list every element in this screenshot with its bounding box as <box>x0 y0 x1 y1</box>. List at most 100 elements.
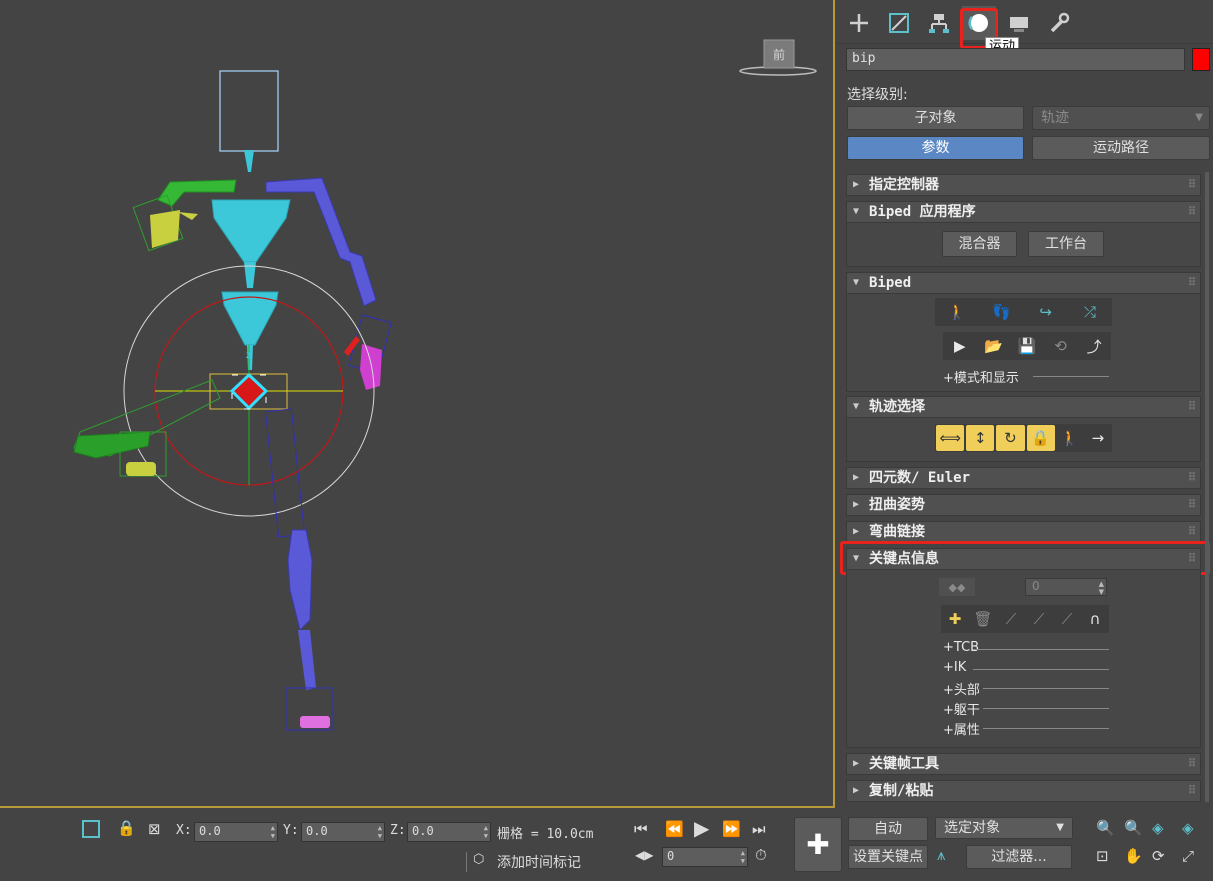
add-time-tag-link[interactable]: 添加时间标记 <box>497 852 581 872</box>
props-subrollout[interactable]: +属性 <box>943 719 1109 738</box>
lock-selection-icon[interactable]: 🔒 <box>117 819 136 837</box>
selected-object-dropdown[interactable]: 选定对象 ▼ <box>935 817 1073 839</box>
chevron-down-icon: ▼ <box>1056 822 1064 833</box>
mode-display-subrollout[interactable]: +模式和显示 <box>943 367 1109 386</box>
body-rotation-icon[interactable]: ↻ <box>996 425 1025 451</box>
spinner-arrows-icon[interactable]: ▲ ▼ <box>1099 580 1104 596</box>
lock-com-icon[interactable]: 🔒 <box>1026 425 1055 451</box>
selection-level-label: 选择级别: <box>847 87 908 103</box>
prev-next-key-icon[interactable]: ◆◆ <box>939 578 975 596</box>
rollout-track-selection-body: ⟺ ↕ ↻ 🔒 🚶 → <box>846 418 1201 462</box>
spinner-arrows-icon[interactable]: ▲ ▼ <box>741 849 745 865</box>
rollout-quaternion-euler[interactable]: ▶ 四元数/ Euler ⠿ <box>846 467 1201 489</box>
zoom-all-icon[interactable]: 🔍 <box>1124 819 1143 837</box>
set-key-big-icon[interactable]: ✚ <box>794 817 842 872</box>
biped-toolbar-2: ▶ 📂 💾 ⟲ ⤴ <box>943 332 1111 360</box>
move-all-mode-icon[interactable]: ⤴ <box>1079 333 1110 359</box>
key-mode-toggle-icon[interactable]: ◀▶ <box>635 848 653 862</box>
footstep-mode-icon[interactable]: 👣 <box>986 299 1017 325</box>
create-tab-icon[interactable] <box>842 6 876 40</box>
previous-frame-icon[interactable]: ⏪ <box>665 820 684 838</box>
body-subrollout[interactable]: +躯干 <box>943 699 1109 718</box>
ik-subrollout[interactable]: +IK <box>943 660 1109 675</box>
modify-tab-icon[interactable] <box>882 6 916 40</box>
rollout-keyframing-tools[interactable]: ▶ 关键帧工具 ⠿ <box>846 753 1201 775</box>
field-of-view-icon[interactable]: ⊡ <box>1096 847 1109 865</box>
delete-key-icon[interactable]: 🗑 <box>969 606 997 632</box>
set-planted-key-icon[interactable]: ⟋ <box>997 606 1025 632</box>
absolute-mode-icon[interactable]: ⊠ <box>148 820 161 838</box>
opposite-icon[interactable]: → <box>1084 425 1112 451</box>
next-frame-icon[interactable]: ⏩ <box>722 820 741 838</box>
object-name-field[interactable]: bip <box>846 48 1185 71</box>
load-file-icon[interactable]: 📂 <box>978 333 1009 359</box>
mixer-button[interactable]: 混合器 <box>942 231 1017 257</box>
motion-paths-button[interactable]: 运动路径 <box>1032 136 1210 160</box>
body-horizontal-icon[interactable]: ⟺ <box>936 425 965 451</box>
rollout-assign-controller[interactable]: ▶ 指定控制器 ⠿ <box>846 174 1201 196</box>
play-icon[interactable]: ▶ <box>694 816 709 840</box>
auto-key-button[interactable]: 自动 <box>848 817 928 841</box>
set-sliding-key-icon[interactable]: ⟋ <box>1025 606 1053 632</box>
biped-playback-icon[interactable]: ▶ <box>944 333 975 359</box>
rollout-twist-poses[interactable]: ▶ 扭曲姿势 ⠿ <box>846 494 1201 516</box>
rollout-biped-apps[interactable]: ▼ Biped 应用程序 ⠿ <box>846 201 1201 223</box>
tcb-subrollout[interactable]: +TCB <box>943 640 1109 655</box>
mixer-mode-icon[interactable]: ⤮ <box>1074 299 1105 325</box>
trajectories-icon[interactable]: ∩ <box>1081 606 1109 632</box>
biped-scene[interactable]: 前 z <box>0 0 835 808</box>
divider <box>1033 376 1109 377</box>
isolate-selection-icon[interactable] <box>82 820 100 838</box>
viewcube[interactable]: 前 <box>739 39 817 76</box>
symmetrical-icon[interactable]: 🚶 <box>1056 425 1084 451</box>
go-to-end-icon[interactable]: ⏭ <box>752 820 766 838</box>
go-to-start-icon[interactable]: ⏮ <box>634 820 648 838</box>
key-filter-icon[interactable]: ⩚ <box>937 846 945 864</box>
pan-icon[interactable]: ✋ <box>1124 847 1143 865</box>
zoom-icon[interactable]: 🔍 <box>1096 819 1115 837</box>
track-dropdown[interactable]: 轨迹 ▼ <box>1032 106 1210 130</box>
utilities-tab-icon[interactable] <box>1042 6 1076 40</box>
set-free-key-icon[interactable]: ⟋ <box>1053 606 1081 632</box>
motion-flow-icon[interactable]: ↪ <box>1030 299 1061 325</box>
rollout-bend-links[interactable]: ▶ 弯曲链接 ⠿ <box>846 521 1201 543</box>
set-key-button[interactable]: 设置关键点 <box>848 845 928 869</box>
convert-icon[interactable]: ⟲ <box>1045 333 1076 359</box>
orbit-icon[interactable]: ⟳ <box>1152 847 1165 865</box>
time-config-icon[interactable]: ⏱ <box>755 846 767 864</box>
save-file-icon[interactable]: 💾 <box>1011 333 1042 359</box>
zoom-extents-all-icon[interactable]: ◈ <box>1182 819 1194 837</box>
biped-toolbar-1: 🚶 👣 ↪ ⤮ <box>935 298 1112 326</box>
y-coord-field[interactable]: 0.0 ▲ ▼ <box>301 822 385 842</box>
z-coord-field[interactable]: 0.0 ▲ ▼ <box>407 822 491 842</box>
spinner-arrows-icon[interactable]: ▲ ▼ <box>484 824 488 840</box>
head-subrollout[interactable]: +头部 <box>943 679 1109 698</box>
workbench-button[interactable]: 工作台 <box>1028 231 1104 257</box>
spinner-arrows-icon[interactable]: ▲ ▼ <box>378 824 382 840</box>
x-coord-field[interactable]: 0.0 ▲ ▼ <box>194 822 278 842</box>
filters-button[interactable]: 过滤器... <box>966 845 1072 869</box>
collapse-arrow-icon: ▼ <box>853 206 860 217</box>
z-label: Z: <box>390 823 406 838</box>
spinner-arrows-icon[interactable]: ▲ ▼ <box>271 824 275 840</box>
rollout-biped[interactable]: ▼ Biped ⠿ <box>846 272 1201 294</box>
zoom-extents-icon[interactable]: ◈ <box>1152 819 1164 837</box>
viewport-front[interactable]: 前 z <box>0 0 835 808</box>
expand-arrow-icon: ▶ <box>853 758 860 769</box>
current-frame-field[interactable]: 0 ▲ ▼ <box>662 847 748 867</box>
body-vertical-icon[interactable]: ↕ <box>966 425 995 451</box>
maximize-viewport-icon[interactable]: ⤢ <box>1182 847 1194 865</box>
display-tab-icon[interactable] <box>1002 6 1036 40</box>
viewcube-label: 前 <box>773 47 785 62</box>
set-key-icon[interactable]: ✚ <box>941 606 969 632</box>
params-button[interactable]: 参数 <box>847 136 1024 160</box>
rollout-track-selection[interactable]: ▼ 轨迹选择 ⠿ <box>846 396 1201 418</box>
rollout-title: 轨迹选择 <box>869 399 925 415</box>
sub-object-button[interactable]: 子对象 <box>847 106 1024 130</box>
object-color-swatch[interactable] <box>1192 48 1210 71</box>
panel-scrollbar[interactable] <box>1205 172 1209 802</box>
figure-mode-icon[interactable]: 🚶 <box>942 299 973 325</box>
key-number-spinner[interactable]: 0 ▲ ▼ <box>1025 578 1107 596</box>
hierarchy-tab-icon[interactable] <box>922 6 956 40</box>
rollout-copy-paste[interactable]: ▶ 复制/粘贴 ⠿ <box>846 780 1201 802</box>
